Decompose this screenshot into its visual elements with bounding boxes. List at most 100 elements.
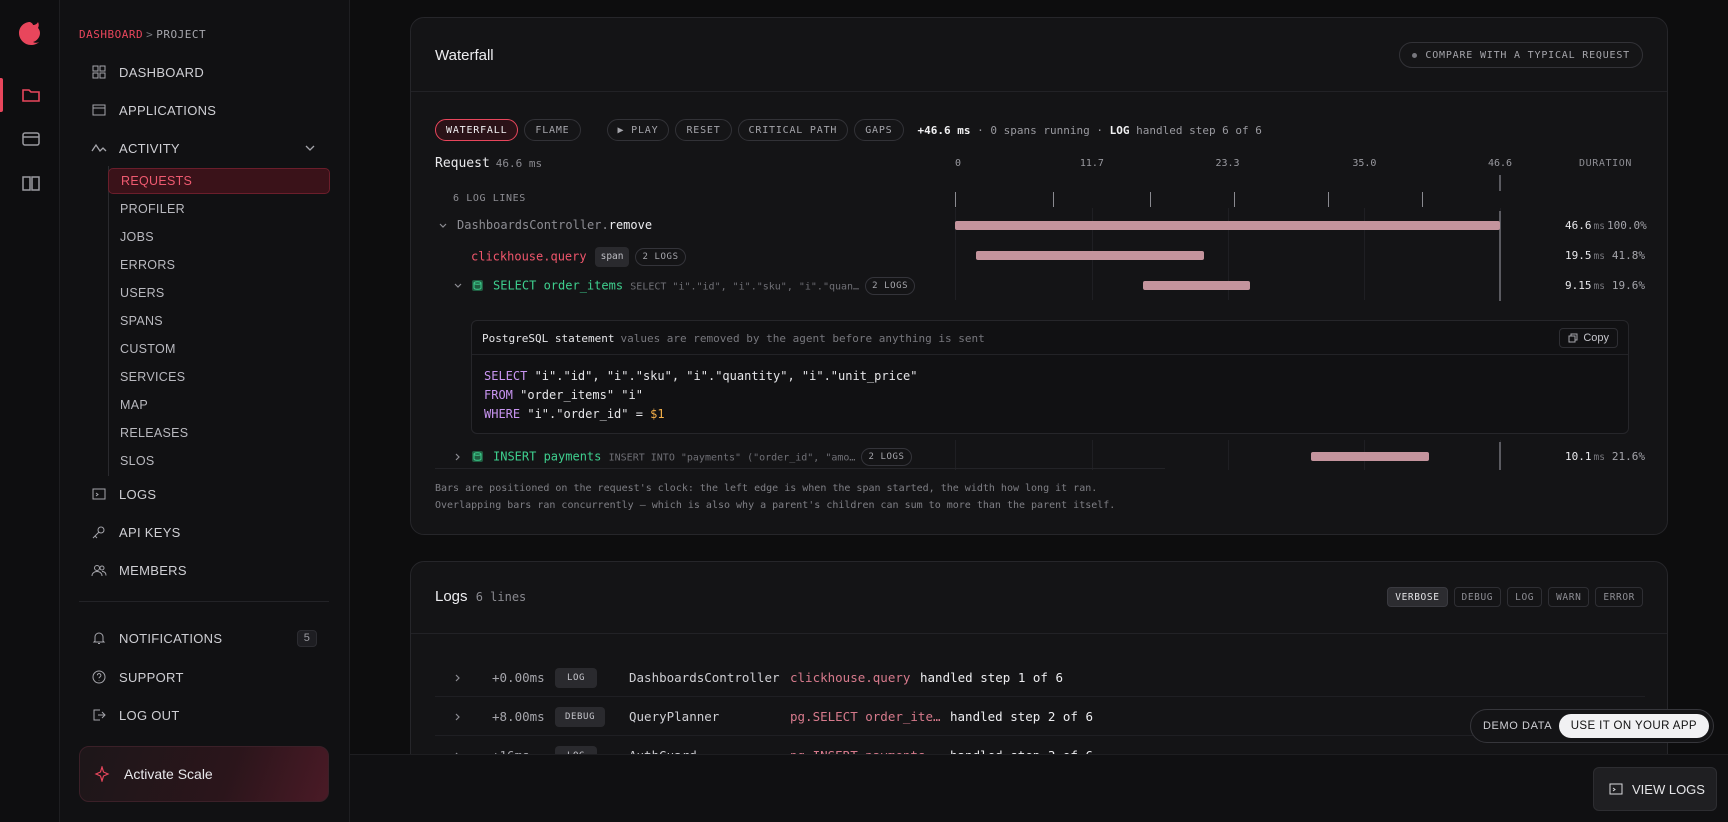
sql-panel-note: values are removed by the agent before a… [620, 332, 985, 345]
chevron-down-icon[interactable] [303, 141, 317, 155]
brand-logo-icon[interactable] [14, 18, 46, 50]
gaps-button[interactable]: GAPS [854, 119, 904, 141]
sidebar-item-support[interactable]: SUPPORT [79, 662, 329, 692]
folder-icon[interactable] [20, 84, 42, 106]
span-percent: 41.8% [1611, 249, 1645, 262]
view-waterfall-tab[interactable]: WATERFALL [435, 119, 519, 141]
logs-header: Logs 6 lines VERBOSE DEBUG LOG WARN ERRO… [411, 562, 1667, 634]
level-warn-button[interactable]: WARN [1548, 587, 1590, 607]
sidebar-sub-users[interactable]: USERS [108, 280, 330, 306]
copy-button[interactable]: Copy [1559, 328, 1618, 348]
sparkle-icon [94, 766, 110, 782]
view-flame-tab[interactable]: FLAME [524, 119, 581, 141]
critical-path-button[interactable]: CRITICAL PATH [737, 119, 849, 141]
log-offset: +0.00ms [492, 670, 545, 685]
grid-icon [92, 65, 106, 79]
breadcrumb-root[interactable]: DASHBOARD [79, 28, 143, 41]
log-message: handled step 1 of 6 [920, 670, 1063, 685]
request-duration: 46.6 ms [495, 157, 543, 170]
sidebar-sub-releases[interactable]: RELEASES [108, 420, 330, 446]
sql-statement-panel: PostgreSQL statement values are removed b… [471, 320, 1629, 434]
chevron-right-icon[interactable] [453, 452, 463, 462]
reset-button[interactable]: RESET [675, 119, 732, 141]
span-name: INSERT payments INSERT INTO "payments" (… [493, 448, 912, 466]
view-logs-button[interactable]: VIEW LOGS [1593, 767, 1717, 811]
waterfall-footnote: Bars are positioned on the request's clo… [435, 483, 1116, 511]
activity-icon [91, 143, 107, 153]
sidebar-item-dashboard[interactable]: DASHBOARD [79, 57, 329, 87]
span-name: DashboardsController.remove [457, 218, 653, 232]
span-percent: 19.6% [1611, 279, 1645, 292]
log-source: QueryPlanner [629, 709, 720, 724]
span-bar[interactable] [976, 251, 1205, 260]
sidebar-sub-profiler[interactable]: PROFILER [108, 196, 330, 222]
span-row[interactable]: clickhouse.query span 2 LOGS 19.5 ms 41.8% [411, 241, 1669, 271]
book-icon[interactable] [20, 172, 42, 194]
log-line-marker [1327, 192, 1329, 207]
chevron-right-icon[interactable] [453, 673, 463, 683]
span-row[interactable]: DashboardsController.remove 46.6 ms 100.0… [411, 211, 1669, 241]
log-target[interactable]: pg.SELECT order_ite… [790, 709, 941, 724]
sidebar-item-logout[interactable]: LOG OUT [79, 700, 329, 730]
span-duration: 10.1 ms [1565, 450, 1605, 463]
span-bar[interactable] [955, 221, 1500, 230]
span-percent: 21.6% [1611, 450, 1645, 463]
waterfall-card: Waterfall COMPARE WITH A TYPICAL REQUEST… [410, 17, 1668, 535]
sql-code: SELECT "i"."id", "i"."sku", "i"."quantit… [484, 369, 918, 421]
sidebar-item-applications[interactable]: APPLICATIONS [79, 95, 329, 125]
log-lines-label: 6 LOG LINES [453, 193, 526, 204]
sidebar-sub-slos[interactable]: SLOS [108, 448, 330, 474]
span-duration: 19.5 ms [1565, 249, 1605, 262]
sidebar-sub-map[interactable]: MAP [108, 392, 330, 418]
sidebar-item-logs[interactable]: LOGS [79, 479, 329, 509]
span-percent: 100.0% [1607, 219, 1647, 232]
logs-count-chip: 2 LOGS [865, 277, 916, 295]
play-button[interactable]: ▶ PLAY [606, 119, 670, 141]
span-bar[interactable] [1310, 452, 1429, 461]
level-error-button[interactable]: ERROR [1595, 587, 1643, 607]
sidebar-sub-requests[interactable]: REQUESTS [108, 168, 330, 194]
logout-icon [93, 709, 106, 721]
chevron-down-icon[interactable] [453, 281, 463, 291]
log-target[interactable]: clickhouse.query [790, 670, 910, 685]
card-icon[interactable] [20, 128, 42, 150]
users-icon [91, 565, 107, 577]
request-label: Request 46.6 ms [435, 156, 543, 171]
sidebar-sub-services[interactable]: SERVICES [108, 364, 330, 390]
sidebar-sub-spans[interactable]: SPANS [108, 308, 330, 334]
bell-icon [92, 632, 106, 644]
log-line-marker [1421, 192, 1423, 207]
sql-panel-title: PostgreSQL statement [482, 332, 615, 345]
sidebar-item-notifications[interactable]: NOTIFICATIONS 5 [79, 623, 329, 653]
logs-count: 6 lines [475, 590, 527, 604]
sidebar-item-api-keys[interactable]: API KEYS [79, 517, 329, 547]
level-debug-button[interactable]: DEBUG [1453, 587, 1502, 607]
demo-data-label: DEMO DATA [1483, 720, 1553, 732]
chevron-right-icon[interactable] [453, 712, 463, 722]
span-row[interactable]: SELECT order_items SELECT "i"."id", "i".… [411, 271, 1669, 301]
sidebar-sub-errors[interactable]: ERRORS [108, 252, 330, 278]
span-bar[interactable] [1143, 281, 1251, 290]
sidebar-item-activity[interactable]: ACTIVITY [79, 133, 329, 163]
log-offset: +8.00ms [492, 709, 545, 724]
level-log-button[interactable]: LOG [1507, 587, 1543, 607]
span-type-chip: span [594, 247, 630, 267]
use-on-your-app-button[interactable]: USE IT ON YOUR APP [1558, 714, 1709, 738]
activate-scale-button[interactable]: Activate Scale [79, 746, 329, 802]
sidebar-sub-custom[interactable]: CUSTOM [108, 336, 330, 362]
icon-rail [0, 0, 60, 822]
key-icon [92, 526, 105, 539]
window-icon [92, 104, 106, 116]
level-verbose-button[interactable]: VERBOSE [1387, 587, 1448, 607]
chevron-down-icon[interactable] [438, 221, 448, 231]
sidebar-item-members[interactable]: MEMBERS [79, 555, 329, 585]
notification-count-badge: 5 [297, 630, 317, 647]
compare-typical-button[interactable]: COMPARE WITH A TYPICAL REQUEST [1399, 42, 1643, 68]
rail-active-indicator [0, 78, 3, 112]
log-row[interactable]: +8.00ms DEBUG QueryPlanner pg.SELECT ord… [435, 698, 1645, 736]
time-tick-label: 23.3 [1215, 158, 1240, 169]
time-tick-label: 0 [955, 158, 962, 169]
log-row[interactable]: +0.00ms LOG DashboardsController clickho… [435, 659, 1645, 697]
sidebar-sub-jobs[interactable]: JOBS [108, 224, 330, 250]
span-name: SELECT order_items SELECT "i"."id", "i".… [493, 277, 916, 295]
